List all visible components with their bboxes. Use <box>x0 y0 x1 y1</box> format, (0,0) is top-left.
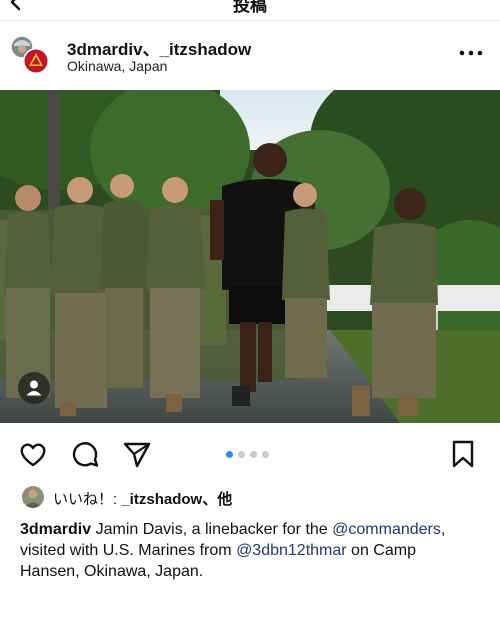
user-tag-icon[interactable] <box>18 372 50 404</box>
liker-avatar[interactable] <box>22 486 44 508</box>
paper-plane-icon[interactable] <box>121 438 153 470</box>
carousel-dot <box>238 451 245 458</box>
post-header: 3dmardiv、_itzshadow Okinawa, Japan <box>0 21 500 89</box>
profile-avatar[interactable] <box>9 33 51 75</box>
carousel-dot <box>250 451 257 458</box>
carousel-indicator <box>226 451 276 459</box>
caption-username[interactable]: 3dmardiv <box>20 521 91 538</box>
carousel-dot <box>262 451 269 458</box>
post-caption: 3dmardiv Jamin Davis, a linebacker for t… <box>20 519 460 582</box>
post-location[interactable]: Okinawa, Japan <box>67 58 167 74</box>
likes-prefix: いいね！: <box>53 491 122 508</box>
heart-icon[interactable] <box>17 438 49 470</box>
post-actions <box>0 424 500 484</box>
bookmark-icon[interactable] <box>447 438 479 470</box>
likes-suffix[interactable]: 、他 <box>202 491 232 508</box>
carousel-dot <box>226 451 233 458</box>
page-title: 投稿 <box>233 0 267 15</box>
comment-bubble-icon[interactable] <box>69 438 101 470</box>
likes-text[interactable]: いいね！: _itzshadow、他 <box>53 488 232 509</box>
likes-user[interactable]: _itzshadow <box>121 491 202 508</box>
post-usernames[interactable]: 3dmardiv、_itzshadow <box>67 35 251 60</box>
caption-mention-commanders[interactable]: @commanders <box>332 521 441 538</box>
top-navigation-bar: 投稿 <box>0 0 500 20</box>
caption-mention-3dbn12thmar[interactable]: @3dbn12thmar <box>236 542 347 559</box>
more-horizontal-icon[interactable] <box>458 47 484 59</box>
post-photo[interactable] <box>0 90 500 423</box>
likes-summary: いいね！: _itzshadow、他 <box>0 485 500 511</box>
caption-text-part: Jamin Davis, a linebacker for the <box>91 521 333 538</box>
